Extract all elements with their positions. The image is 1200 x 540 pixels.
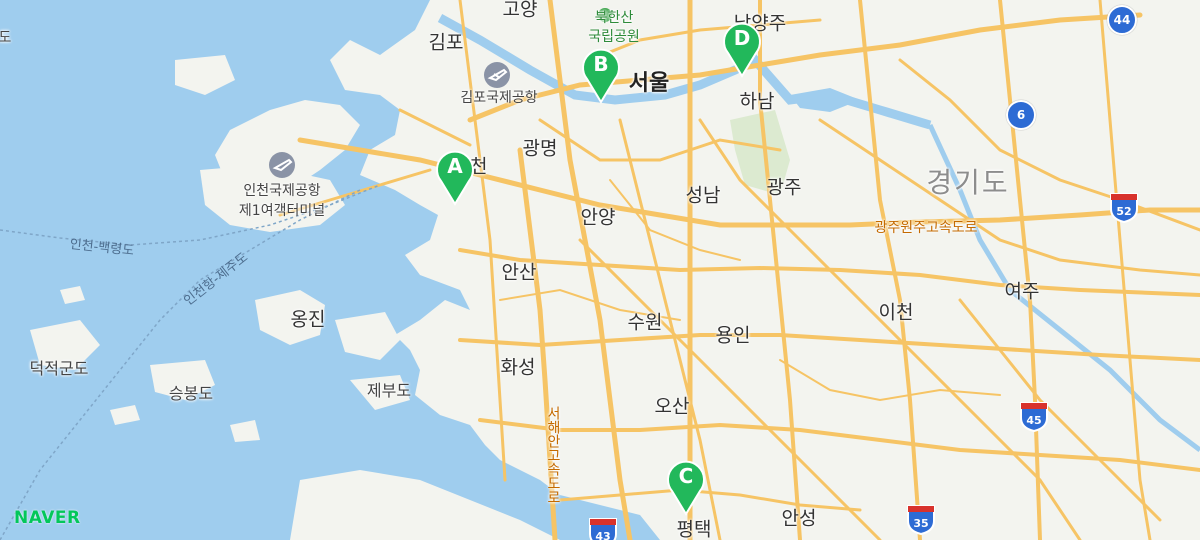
svg-text:52: 52 (1116, 205, 1131, 218)
label-deokjeokgundo: 덕적군도 (29, 359, 89, 378)
map-marker-a[interactable]: A (433, 148, 477, 206)
label-yongin: 용인 (715, 324, 751, 347)
label-gwangju: 광주 (766, 176, 802, 199)
marker-label: B (593, 52, 609, 76)
label-ongjin: 옹진 (290, 308, 326, 331)
map-canvas[interactable]: 도 고양 김포 북한산 국립공원 서울 남양주 하남 김포국제공항 인천 광명 … (0, 0, 1200, 540)
label-gwangmyeong: 광명 (522, 137, 558, 160)
label-gwangju-wonju-expressway: 광주원주고속도로 (874, 220, 978, 236)
label-bukhansan-1: 북한산 (594, 10, 634, 26)
label-yeoju: 여주 (1004, 280, 1040, 303)
map-marker-b[interactable]: B (579, 46, 623, 104)
label-hwaseong: 화성 (500, 356, 536, 379)
marker-label: A (447, 154, 463, 178)
label-suwon: 수원 (627, 311, 663, 334)
expressway-shield-43: 43 (589, 518, 617, 540)
label-gimpo-airport: 김포국제공항 (460, 90, 538, 106)
label-icheon: 이천 (878, 301, 914, 324)
map-marker-d[interactable]: D (720, 20, 764, 78)
expressway-shield-45: 45 (1020, 402, 1048, 432)
label-province: 경기도 (926, 166, 1010, 199)
svg-text:43: 43 (595, 530, 610, 540)
label-ansan: 안산 (501, 261, 537, 284)
label-seungbongdo: 승봉도 (168, 384, 214, 403)
label-jebudo: 제부도 (366, 381, 412, 400)
svg-text:45: 45 (1026, 414, 1041, 427)
label-west-coast-expressway: 서해안고속도로 (545, 406, 561, 504)
label-osan: 오산 (654, 395, 690, 418)
marker-label: C (678, 464, 694, 488)
map-marker-c[interactable]: C (664, 458, 708, 516)
label-anyang: 안양 (580, 206, 616, 229)
label-gimpo: 김포 (428, 31, 464, 54)
label-seongnam: 성남 (685, 184, 721, 207)
label-pyeongtaek: 평택 (676, 518, 712, 540)
naver-logo[interactable]: NAVER (14, 508, 81, 528)
label-bukhansan-2: 국립공원 (588, 29, 640, 45)
marker-label: D (733, 26, 751, 50)
label-anseong: 안성 (781, 507, 817, 530)
label-goyang: 고양 (502, 0, 538, 21)
route-shield-6: 6 (1006, 100, 1036, 130)
label-incheon-airport-2: 제1여객터미널 (238, 203, 326, 219)
route-shield-44: 44 (1107, 5, 1137, 35)
label-hanam: 하남 (739, 90, 775, 113)
expressway-shield-52: 52 (1110, 193, 1138, 223)
svg-text:35: 35 (913, 517, 928, 530)
label-edge-fragment: 도 (0, 30, 12, 46)
label-incheon-airport-1: 인천국제공항 (243, 183, 321, 199)
label-seoul: 서울 (628, 71, 670, 96)
expressway-shield-35: 35 (907, 505, 935, 535)
